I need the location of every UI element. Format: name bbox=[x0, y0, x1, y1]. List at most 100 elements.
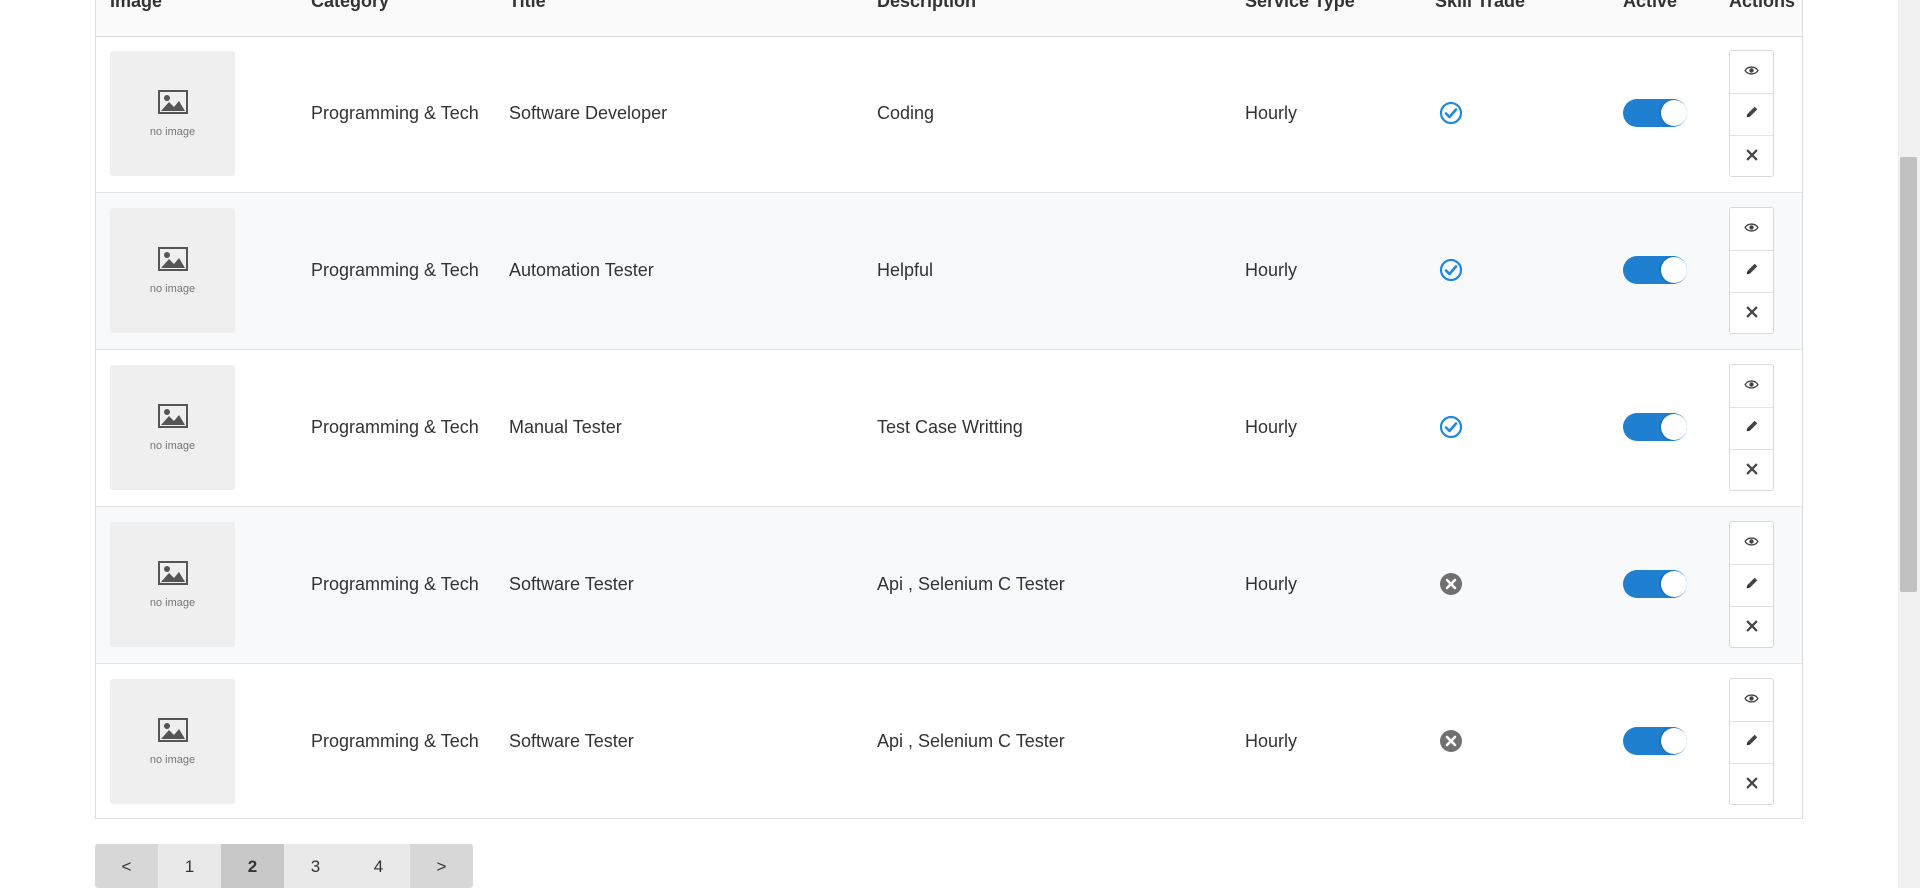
description-cell: Helpful bbox=[877, 260, 934, 280]
category-cell: Programming & Tech bbox=[311, 103, 479, 123]
pagination-page-4[interactable]: 4 bbox=[347, 844, 410, 888]
close-icon bbox=[1746, 305, 1758, 323]
edit-button[interactable] bbox=[1730, 721, 1773, 763]
eye-icon bbox=[1744, 63, 1759, 81]
no-image-label: no image bbox=[149, 126, 196, 138]
title-cell: Software Tester bbox=[509, 731, 634, 751]
service-type-cell: Hourly bbox=[1245, 103, 1298, 123]
table-row: no image Programming & Tech Automation Tes… bbox=[96, 193, 1802, 350]
view-button[interactable] bbox=[1730, 208, 1773, 250]
eye-icon bbox=[1744, 691, 1759, 709]
image-placeholder-icon bbox=[158, 404, 188, 428]
title-cell: Software Developer bbox=[509, 103, 668, 123]
cross-circle-icon bbox=[1439, 729, 1463, 753]
header-category: Category bbox=[311, 0, 390, 11]
active-toggle[interactable] bbox=[1623, 727, 1687, 755]
table-row: no image Programming & Tech Software Teste… bbox=[96, 664, 1802, 821]
edit-button[interactable] bbox=[1730, 564, 1773, 606]
check-circle-icon bbox=[1439, 258, 1463, 282]
description-cell: Coding bbox=[877, 103, 935, 123]
pagination-page-1[interactable]: 1 bbox=[158, 844, 221, 888]
no-image-label: no image bbox=[149, 283, 196, 295]
table-body: no image Programming & Tech Software Devel… bbox=[96, 36, 1802, 821]
category-cell: Programming & Tech bbox=[311, 417, 479, 437]
toggle-knob bbox=[1661, 100, 1687, 126]
view-button[interactable] bbox=[1730, 51, 1773, 93]
delete-button[interactable] bbox=[1730, 135, 1773, 177]
actions-group bbox=[1729, 207, 1774, 334]
delete-button[interactable] bbox=[1730, 763, 1773, 805]
table-row: no image Programming & Tech Manual Tester T… bbox=[96, 350, 1802, 507]
delete-button[interactable] bbox=[1730, 449, 1773, 491]
actions-group bbox=[1729, 364, 1774, 491]
header-active: Active bbox=[1623, 0, 1678, 11]
header-actions: Actions bbox=[1729, 0, 1796, 11]
view-button[interactable] bbox=[1730, 522, 1773, 564]
pagination-page-2[interactable]: 2 bbox=[221, 844, 284, 888]
toggle-knob bbox=[1661, 414, 1687, 440]
header-skill-trade: Skill Trade bbox=[1435, 0, 1526, 11]
description-cell: Api , Selenium C Tester bbox=[877, 731, 1065, 751]
title-cell: Manual Tester bbox=[509, 417, 622, 437]
active-toggle[interactable] bbox=[1623, 256, 1687, 284]
active-toggle[interactable] bbox=[1623, 413, 1687, 441]
close-icon bbox=[1746, 776, 1758, 794]
pagination-next-button[interactable]: > bbox=[410, 844, 473, 888]
category-cell: Programming & Tech bbox=[311, 731, 479, 751]
actions-group bbox=[1729, 50, 1774, 177]
category-cell: Programming & Tech bbox=[311, 574, 479, 594]
pagination-prev-button[interactable]: < bbox=[95, 844, 158, 888]
cross-circle-icon bbox=[1439, 572, 1463, 596]
delete-button[interactable] bbox=[1730, 606, 1773, 648]
active-toggle[interactable] bbox=[1623, 570, 1687, 598]
scrollbar-thumb[interactable] bbox=[1900, 157, 1917, 592]
header-description: Description bbox=[877, 0, 977, 11]
pagination-page-3[interactable]: 3 bbox=[284, 844, 347, 888]
close-icon bbox=[1746, 619, 1758, 637]
pencil-icon bbox=[1745, 262, 1759, 281]
actions-group bbox=[1729, 678, 1774, 805]
header-service-type: Service Type bbox=[1245, 0, 1355, 11]
table-row: no image Programming & Tech Software Devel… bbox=[96, 36, 1802, 193]
pencil-icon bbox=[1745, 419, 1759, 438]
service-type-cell: Hourly bbox=[1245, 574, 1298, 594]
check-circle-icon bbox=[1439, 415, 1463, 439]
table-row: no image Programming & Tech Software Teste… bbox=[96, 507, 1802, 664]
edit-button[interactable] bbox=[1730, 93, 1773, 135]
header-image: Image bbox=[110, 0, 163, 11]
close-icon bbox=[1746, 462, 1758, 480]
image-placeholder-icon bbox=[158, 718, 188, 742]
service-image: no image bbox=[110, 679, 235, 804]
view-button[interactable] bbox=[1730, 679, 1773, 721]
service-type-cell: Hourly bbox=[1245, 731, 1298, 751]
edit-button[interactable] bbox=[1730, 250, 1773, 292]
no-image-label: no image bbox=[149, 597, 196, 609]
edit-button[interactable] bbox=[1730, 407, 1773, 449]
check-circle-icon bbox=[1439, 101, 1463, 125]
service-image: no image bbox=[110, 522, 235, 647]
pencil-icon bbox=[1745, 576, 1759, 595]
image-placeholder-icon bbox=[158, 561, 188, 585]
no-image-label: no image bbox=[149, 754, 196, 766]
image-placeholder-icon bbox=[158, 247, 188, 271]
header-title: Title bbox=[509, 0, 546, 11]
close-icon bbox=[1746, 148, 1758, 166]
view-button[interactable] bbox=[1730, 365, 1773, 407]
pencil-icon bbox=[1745, 105, 1759, 124]
pagination: < 1 2 3 4 > bbox=[95, 844, 473, 888]
service-image: no image bbox=[110, 365, 235, 490]
actions-group bbox=[1729, 521, 1774, 648]
delete-button[interactable] bbox=[1730, 292, 1773, 334]
pencil-icon bbox=[1745, 733, 1759, 752]
description-cell: Test Case Writting bbox=[877, 417, 1023, 437]
title-cell: Software Tester bbox=[509, 574, 634, 594]
image-placeholder-icon bbox=[158, 90, 188, 114]
service-image: no image bbox=[110, 51, 235, 176]
eye-icon bbox=[1744, 377, 1759, 395]
title-cell: Automation Tester bbox=[509, 260, 654, 280]
table-header: Image Category Title Description Service… bbox=[96, 0, 1802, 37]
services-table: Image Category Title Description Service… bbox=[95, 0, 1803, 819]
active-toggle[interactable] bbox=[1623, 99, 1687, 127]
service-type-cell: Hourly bbox=[1245, 260, 1298, 280]
description-cell: Api , Selenium C Tester bbox=[877, 574, 1065, 594]
